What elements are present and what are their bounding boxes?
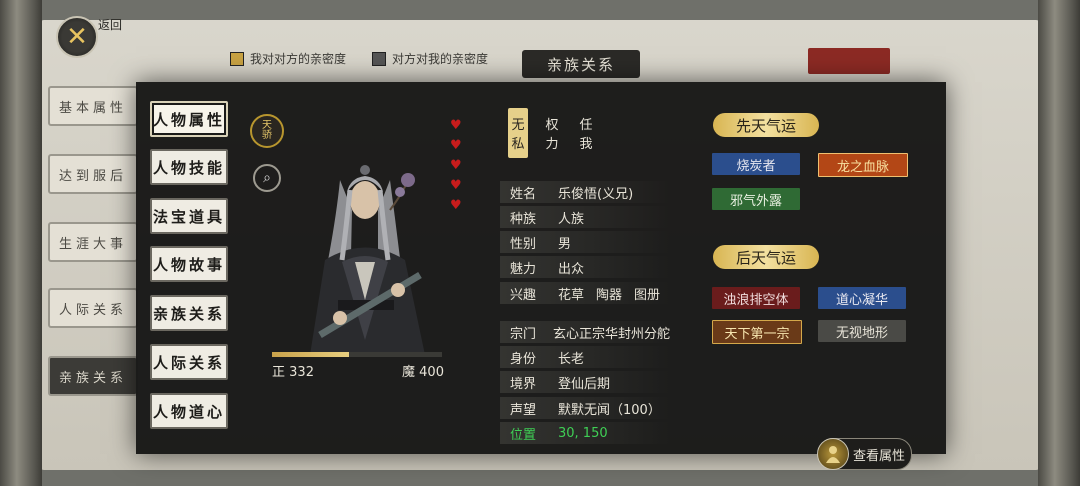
info-label: 身份 (510, 351, 537, 367)
fortune-tag-acquired-3[interactable]: 天下第一宗 (712, 320, 802, 344)
info-row-sect: 宗门 玄心正宗华封州分舵 (500, 321, 670, 343)
checkbox2-label: 对方对我的亲密度 (392, 52, 489, 66)
close-icon: ✕ (66, 22, 88, 52)
hobby-item: 陶器 (596, 287, 623, 303)
info-label: 兴趣 (510, 287, 537, 303)
heart-icon: ♥ (450, 118, 462, 133)
hobby-item: 图册 (634, 287, 661, 303)
heart-icon: ♥ (450, 158, 462, 173)
info-row-position: 位置 30, 150 (500, 422, 670, 444)
info-label: 位置 (510, 427, 537, 443)
righteous-value: 正 332 (272, 361, 314, 380)
view-attributes-button[interactable]: 查看属性 (817, 438, 912, 470)
tab-dao-heart[interactable]: 人物道心 (150, 393, 228, 429)
info-row-hobbies: 兴趣 花草 陶器 图册 (500, 282, 670, 304)
checkbox1-label: 我对对方的亲密度 (250, 52, 347, 66)
info-label: 境界 (510, 376, 537, 392)
tab-character-attributes[interactable]: 人物属性 (150, 101, 228, 137)
right-pillar (1038, 0, 1080, 486)
info-value: 出众 (558, 261, 585, 277)
character-portrait (310, 165, 425, 355)
background-checkbox-bar: 我对对方的亲密度 对方对我的亲密度 (230, 50, 488, 67)
tab-character-story[interactable]: 人物故事 (150, 246, 228, 282)
magnifier-icon[interactable]: ⌕ (253, 164, 281, 192)
info-value: 默默无闻（100） (558, 402, 661, 418)
info-value: 男 (558, 236, 572, 252)
info-row-realm: 境界 登仙后期 (500, 371, 670, 393)
bg-tab-4: 人际关系 (48, 288, 138, 328)
info-row-identity: 身份 长老 (500, 346, 670, 368)
info-row-name: 姓名 乐俊悟(义兄) (500, 181, 670, 203)
tab-family-relations[interactable]: 亲族关系 (150, 295, 228, 331)
zheng-number: 332 (289, 365, 314, 380)
trait-char: 任 (579, 118, 593, 133)
tab-character-skills[interactable]: 人物技能 (150, 149, 228, 185)
info-value: 30, 150 (558, 425, 608, 441)
heart-icon: ♥ (450, 138, 462, 153)
info-value: 乐俊悟(义兄) (558, 186, 634, 202)
mo-label: 魔 (402, 365, 416, 380)
info-label: 姓名 (510, 186, 537, 202)
info-label: 宗门 (510, 326, 537, 342)
fortune-tag-acquired-2[interactable]: 道心凝华 (818, 287, 906, 309)
trait-char: 力 (545, 137, 559, 152)
alignment-bar (272, 352, 442, 357)
info-label: 种族 (510, 211, 537, 227)
demonic-value: 魔 400 (402, 361, 444, 380)
info-row-charm: 魅力 出众 (500, 256, 670, 278)
info-label: 声望 (510, 402, 537, 418)
hobby-item: 花草 (558, 287, 585, 303)
heart-icon: ♥ (450, 198, 462, 213)
favor-hearts: ♥ ♥ ♥ ♥ ♥ (450, 118, 462, 214)
innate-fortune-header: 先天气运 (713, 113, 819, 137)
fortune-tag-innate-1[interactable]: 烧炭者 (712, 153, 800, 175)
trait-tag-selfless[interactable]: 无 私 (508, 108, 528, 158)
hobby-list: 花草 陶器 图册 (558, 284, 660, 303)
mo-number: 400 (419, 365, 444, 380)
info-row-gender: 性别 男 (500, 231, 670, 253)
background-title: 亲族关系 (522, 50, 640, 78)
close-button[interactable]: ✕ (56, 16, 98, 58)
checkbox-icon (230, 51, 244, 66)
trait-char: 我 (579, 137, 593, 152)
bg-tab-2: 达到服后 (48, 154, 138, 194)
info-value: 人族 (558, 211, 585, 227)
info-value: 长老 (558, 351, 585, 367)
view-attributes-label: 查看属性 (853, 448, 906, 464)
info-row-race: 种族 人族 (500, 206, 670, 228)
emblem-bottom: 骄 (262, 130, 272, 141)
zheng-label: 正 (272, 365, 286, 380)
fortune-tag-acquired-4[interactable]: 无视地形 (818, 320, 906, 342)
back-label: 返回 (98, 18, 123, 32)
info-row-fame: 声望 默默无闻（100） (500, 397, 670, 419)
fortune-tag-acquired-1[interactable]: 浊浪排空体 (712, 287, 800, 309)
tab-social-relations[interactable]: 人际关系 (150, 344, 228, 380)
bg-tab-5: 亲族关系 (48, 356, 138, 396)
fortune-tag-innate-2[interactable]: 龙之血脉 (818, 153, 908, 177)
trait-char: 权 (545, 118, 559, 133)
acquired-fortune-header: 后天气运 (713, 245, 819, 269)
info-label: 性别 (510, 236, 537, 252)
trait-char: 私 (511, 137, 525, 152)
trait-tag-power[interactable]: 权 力 (542, 108, 562, 158)
talent-emblem[interactable]: 天 骄 (250, 114, 284, 148)
trait-char: 无 (511, 118, 525, 133)
checkbox-icon (372, 51, 387, 66)
info-value: 登仙后期 (558, 376, 611, 392)
info-value: 玄心正宗华封州分舵 (552, 326, 670, 342)
bg-tab-3: 生涯大事 (48, 222, 138, 262)
fortune-tag-innate-3[interactable]: 邪气外露 (712, 188, 800, 210)
trait-tag-willful[interactable]: 任 我 (576, 108, 596, 158)
tab-treasure-items[interactable]: 法宝道具 (150, 198, 228, 234)
immortal-avatar-icon (817, 438, 849, 470)
alignment-bar-fill (272, 352, 349, 357)
bg-tab-basic: 基本属性 (48, 86, 138, 126)
heart-icon: ♥ (450, 178, 462, 193)
background-red-button (808, 48, 890, 74)
info-label: 魅力 (510, 261, 537, 277)
left-pillar (0, 0, 42, 486)
